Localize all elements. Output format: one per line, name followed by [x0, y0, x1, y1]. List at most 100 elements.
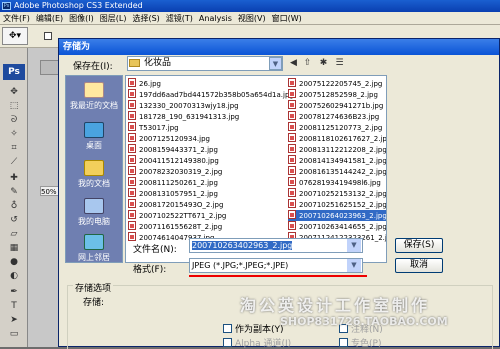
move-tool-icon[interactable]: ✥ [6, 86, 22, 98]
path-selection-tool-icon[interactable]: ➤ [6, 314, 22, 326]
jpeg-file-icon [128, 232, 136, 241]
list-item[interactable]: 200710252153132_2.jpg [288, 188, 386, 199]
slice-tool-icon[interactable]: ⟋ [6, 156, 22, 168]
crop-tool-icon[interactable]: ⌗ [6, 142, 22, 154]
type-tool-icon[interactable]: T [6, 300, 22, 312]
list-item[interactable]: 181728_190_631941313.jpg [128, 111, 239, 122]
place-label: 我的文档 [78, 179, 110, 188]
jpeg-file-icon [288, 221, 296, 230]
list-item[interactable]: 2007102522TT671_2.jpg [128, 210, 226, 221]
list-item[interactable]: 2007512852598_2.jpg [288, 89, 378, 100]
up-folder-icon[interactable]: ⇧ [301, 57, 314, 70]
list-item[interactable]: 20075122205745_2.jpg [288, 78, 382, 89]
watermark-text: 淘公英设计工作室制作 [240, 296, 431, 315]
list-item[interactable]: 2008111250261_2.jpg [128, 177, 218, 188]
menu-view[interactable]: 视图(V) [235, 14, 269, 23]
menu-image[interactable]: 图像(I) [66, 14, 97, 23]
jpeg-file-icon [288, 144, 296, 153]
jpeg-file-icon [288, 210, 296, 219]
jpeg-file-icon [128, 199, 136, 208]
list-item[interactable]: 197dd6aad7bd441572b358b05a654d1a.jpg [128, 89, 294, 100]
menu-analysis[interactable]: Analysis [196, 14, 235, 23]
menu-layer[interactable]: 图层(L) [97, 14, 130, 23]
brush-tool-icon[interactable]: ✎ [6, 186, 22, 198]
save-in-select[interactable]: 化妆品 [127, 56, 283, 71]
list-item[interactable]: T53017.jpg [128, 122, 179, 133]
gradient-tool-icon[interactable]: ▦ [6, 242, 22, 254]
new-folder-icon[interactable]: ✱ [317, 57, 330, 70]
jpeg-file-icon [128, 177, 136, 186]
list-item[interactable]: 200813112212208_2.jpg [288, 144, 386, 155]
recent-documents-icon [84, 82, 104, 98]
alpha-channel-checkbox[interactable] [223, 338, 232, 347]
menu-filter[interactable]: 滤镜(T) [163, 14, 196, 23]
dialog-title: 存储为 [59, 39, 499, 55]
list-item[interactable]: 26.jpg [128, 78, 161, 89]
shape-tool-icon[interactable]: ▭ [6, 328, 22, 340]
list-item[interactable]: 2008118102617627_2.jpg [288, 133, 386, 144]
jpeg-file-icon [128, 111, 136, 120]
cancel-button[interactable]: 取消 [395, 258, 443, 273]
history-brush-tool-icon[interactable]: ↺ [6, 214, 22, 226]
list-item[interactable]: 2007116155628T_2.jpg [128, 221, 222, 232]
menu-select[interactable]: 选择(S) [129, 14, 162, 23]
spot-color-checkbox[interactable] [339, 338, 348, 347]
list-item[interactable]: 200710251625152_2.jpg [288, 199, 386, 210]
healing-brush-tool-icon[interactable]: ✚ [6, 172, 22, 184]
list-item[interactable]: 2008172015493O_2.jpg [128, 199, 223, 210]
menu-file[interactable]: 文件(F) [0, 14, 33, 23]
jpeg-file-icon [288, 111, 296, 120]
menu-window[interactable]: 窗口(W) [269, 14, 305, 23]
back-icon[interactable]: ◀ [287, 57, 300, 70]
chevron-down-icon[interactable]: ▼ [347, 259, 361, 272]
list-item[interactable]: 2007125120934.jpg [128, 133, 210, 144]
jpeg-file-icon [288, 133, 296, 142]
list-item-selected[interactable]: 200710264023963_2.jpg [288, 210, 386, 221]
chevron-down-icon[interactable]: ▼ [347, 239, 361, 252]
as-copy-checkbox[interactable] [223, 324, 232, 333]
place-my-documents[interactable]: 我的文档 [66, 160, 122, 189]
place-network[interactable]: 网上邻居 [66, 234, 122, 263]
file-list[interactable]: 26.jpg 197dd6aad7bd441572b358b05a654d1a.… [125, 75, 387, 263]
my-computer-icon [84, 198, 104, 214]
list-item[interactable]: 132330_20070313wjy18.jpg [128, 100, 239, 111]
place-label: 我的电脑 [78, 217, 110, 226]
list-item[interactable]: 200816135144242_2.jpg [288, 166, 386, 177]
pen-tool-icon[interactable]: ✒ [6, 286, 22, 298]
place-my-computer[interactable]: 我的电脑 [66, 198, 122, 227]
filename-label: 文件名(N): [133, 245, 177, 255]
clone-stamp-tool-icon[interactable]: ♁ [6, 200, 22, 212]
network-places-icon [84, 234, 104, 250]
filename-field[interactable]: 200710263402963_2.jpg [189, 238, 363, 253]
view-menu-icon[interactable]: ☰ [333, 57, 346, 70]
list-item[interactable]: 200814134941581_2.jpg [288, 155, 386, 166]
tool-preset-picker[interactable]: ✥▾ [2, 27, 28, 45]
jpeg-file-icon [128, 122, 136, 131]
auto-select-checkbox[interactable] [44, 32, 52, 40]
list-item[interactable]: 20081125120773_2.jpg [288, 122, 382, 133]
lasso-tool-icon[interactable]: ᘐ [6, 114, 22, 126]
list-item[interactable]: 2008159443371_2.jpg [128, 144, 218, 155]
place-label: 网上邻居 [78, 253, 110, 262]
place-desktop[interactable]: 桌面 [66, 122, 122, 151]
chevron-down-icon[interactable]: ▼ [269, 57, 282, 70]
format-select[interactable]: JPEG (*.JPG;*.JPEG;*.JPE) [189, 258, 363, 273]
place-recent[interactable]: 我最近的文档 [66, 82, 122, 111]
list-item[interactable]: 200411512149380.jpg [128, 155, 219, 166]
marquee-tool-icon[interactable]: ⬚ [6, 100, 22, 112]
list-item[interactable]: 200752602941271b.jpg [288, 100, 383, 111]
blur-tool-icon[interactable]: ● [6, 256, 22, 268]
my-documents-icon [84, 160, 104, 176]
list-item[interactable]: 200781274636B23.jpg [288, 111, 379, 122]
save-button[interactable]: 保存(S) [395, 238, 443, 253]
magic-wand-tool-icon[interactable]: ✧ [6, 128, 22, 140]
eraser-tool-icon[interactable]: ▱ [6, 228, 22, 240]
menu-edit[interactable]: 编辑(E) [33, 14, 66, 23]
save-in-label: 保存在(I): [73, 62, 113, 72]
list-item[interactable]: 2008131057951_2.jpg [128, 188, 218, 199]
jpeg-file-icon [288, 177, 296, 186]
dodge-tool-icon[interactable]: ◐ [6, 270, 22, 282]
list-item[interactable]: 20078232030319_2.jpg [128, 166, 222, 177]
list-item[interactable]: 07628193419498l6.jpg [288, 177, 381, 188]
list-item[interactable]: 200710263414655_2.jpg [288, 221, 386, 232]
